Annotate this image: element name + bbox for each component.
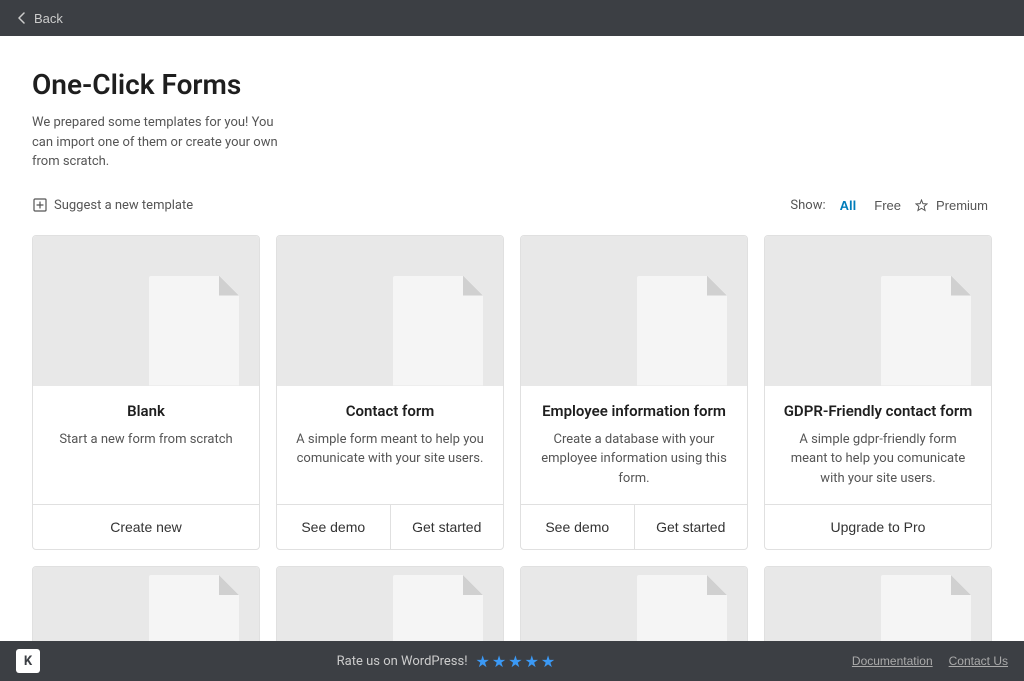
template-preview-contact [277,236,503,386]
employee-see-demo-button[interactable]: See demo [521,505,634,549]
template-preview-employee [521,236,747,386]
template-desc-contact: A simple form meant to help you comunica… [293,430,487,489]
form-shape-gdpr [881,276,971,386]
partial-templates-grid: Appointment form Customer feedback form … [32,566,992,641]
template-preview-blank [33,236,259,386]
bottom-links: Documentation Contact Us [852,654,1008,668]
template-preview-feedback: Customer feedback form [277,567,503,641]
template-body-contact: Contact form A simple form meant to help… [277,386,503,505]
page-title: One-Click Forms [32,68,992,101]
template-name-gdpr: GDPR-Friendly contact form [781,402,975,420]
show-filters: Show: All Free Premium [790,196,992,215]
form-shape-blank [149,276,239,386]
form-shape-feedback [393,575,483,641]
template-actions-blank: Create new [33,504,259,549]
page-subtitle: We prepared some templates for you! You … [32,113,292,172]
template-card-employee: Employee information form Create a datab… [520,235,748,551]
template-name-blank: Blank [49,402,243,420]
top-bar: Back [0,0,1024,36]
suggest-icon [32,197,48,213]
employee-get-started-button[interactable]: Get started [634,505,748,549]
back-button[interactable]: Back [16,11,63,26]
filter-all-button[interactable]: All [836,196,861,215]
template-card-appointment: Appointment form [32,566,260,641]
contact-get-started-button[interactable]: Get started [390,505,504,549]
suggest-label: Suggest a new template [54,198,193,213]
template-preview-art: Art contest [521,567,747,641]
form-shape-appointment [149,575,239,641]
template-actions-gdpr: Upgrade to Pro [765,504,991,549]
form-shape-contact [393,276,483,386]
create-new-button[interactable]: Create new [33,505,259,549]
main-content: One-Click Forms We prepared some templat… [0,36,1024,641]
template-card-art: Art contest [520,566,748,641]
filter-premium-button[interactable]: Premium [932,196,992,215]
documentation-link[interactable]: Documentation [852,654,933,668]
template-card-contact: Contact form A simple form meant to help… [276,235,504,551]
filter-free-button[interactable]: Free [870,196,905,215]
contact-us-link[interactable]: Contact Us [949,654,1008,668]
template-desc-blank: Start a new form from scratch [49,430,243,489]
star-2: ★ [492,652,506,671]
template-preview-gdpr [765,236,991,386]
template-preview-appointment: Appointment form [33,567,259,641]
template-body-gdpr: GDPR-Friendly contact form A simple gdpr… [765,386,991,505]
template-body-employee: Employee information form Create a datab… [521,386,747,505]
suggest-template-link[interactable]: Suggest a new template [32,197,193,213]
template-card-feedback: Customer feedback form [276,566,504,641]
template-preview-job: Job application [765,567,991,641]
form-shape-art [637,575,727,641]
back-label: Back [34,11,63,26]
form-shape-employee [637,276,727,386]
rate-us-label: Rate us on WordPress! [337,654,468,669]
template-actions-employee: See demo Get started [521,504,747,549]
template-actions-contact: See demo Get started [277,504,503,549]
template-desc-employee: Create a database with your employee inf… [537,430,731,489]
template-body-blank: Blank Start a new form from scratch [33,386,259,505]
templates-grid: Blank Start a new form from scratch Crea… [32,235,992,551]
bottom-bar: K Rate us on WordPress! ★ ★ ★ ★ ★ Docume… [0,641,1024,681]
show-label: Show: [790,198,825,213]
filter-premium-wrapper: Premium [915,196,992,215]
template-card-gdpr: GDPR-Friendly contact form A simple gdpr… [764,235,992,551]
form-shape-job [881,575,971,641]
rate-us-section: Rate us on WordPress! ★ ★ ★ ★ ★ [337,652,556,671]
k-logo: K [16,649,40,673]
template-card-blank: Blank Start a new form from scratch Crea… [32,235,260,551]
template-name-contact: Contact form [293,402,487,420]
template-card-job: Job application [764,566,992,641]
star-rating[interactable]: ★ ★ ★ ★ ★ [476,652,556,671]
star-3: ★ [508,652,522,671]
star-5: ★ [541,652,555,671]
star-icon [915,199,928,212]
toolbar: Suggest a new template Show: All Free Pr… [32,196,992,215]
star-1: ★ [476,652,490,671]
template-desc-gdpr: A simple gdpr-friendly form meant to hel… [781,430,975,489]
contact-see-demo-button[interactable]: See demo [277,505,390,549]
star-4: ★ [525,652,539,671]
gdpr-upgrade-button[interactable]: Upgrade to Pro [765,505,991,549]
template-name-employee: Employee information form [537,402,731,420]
back-arrow-icon [16,12,28,24]
